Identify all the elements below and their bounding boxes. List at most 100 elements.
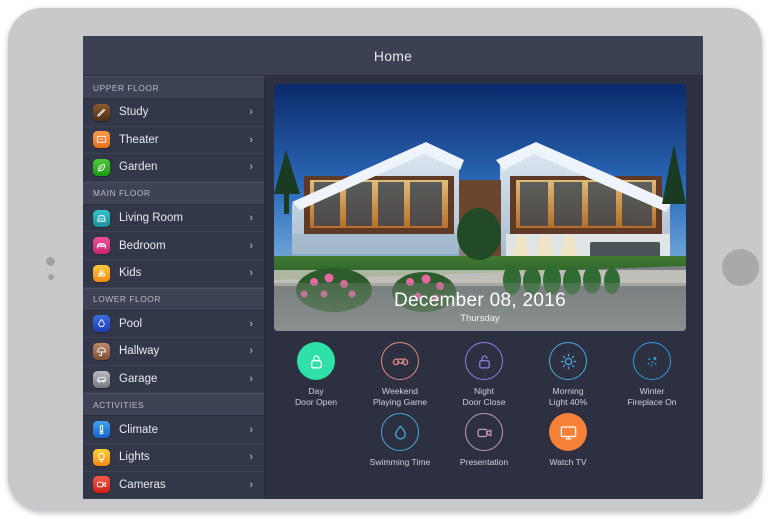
sidebar-item-label: Living Room (119, 212, 183, 225)
scene-subtitle: Watch TV (549, 457, 587, 467)
scene-title: Night (473, 386, 495, 396)
house-hero-image: December 08, 2016 Thursday (274, 84, 686, 331)
chevron-right-icon: › (249, 373, 253, 386)
thermometer-icon (93, 421, 110, 439)
current-weekday: Thursday (460, 312, 500, 324)
sidebar-item-label: Lights (119, 451, 150, 464)
leaf-icon (93, 158, 110, 176)
sidebar-item-label: Cameras (119, 478, 166, 491)
scene-title: Weekend (381, 386, 419, 396)
scene-caption: Presentation (460, 457, 508, 468)
drop-icon (93, 315, 110, 333)
scene-subtitle: Fireplace On (627, 397, 677, 407)
page-title: Home (373, 47, 413, 64)
scene-caption: Winter Fireplace On (627, 386, 676, 408)
sidebar-item-hallway[interactable]: Hallway › (83, 338, 264, 366)
scene-button-fireplace-on[interactable]: Winter Fireplace On (610, 342, 694, 408)
scene-title: Morning (552, 386, 584, 396)
scene-button-playing-game[interactable]: Weekend Playing Game (358, 342, 442, 408)
sidebar-item-label: Kids (119, 267, 142, 280)
monitor-icon (549, 413, 587, 451)
chevron-right-icon: › (249, 345, 253, 358)
lock-closed-icon (297, 342, 335, 380)
scene-subtitle: Swimming Time (369, 457, 431, 467)
sun-icon (549, 342, 587, 380)
app-body: UPPER FLOOR Study › Theater › Garden › MAIN FLO… (83, 76, 703, 499)
scene-button-door-open[interactable]: Day Door Open (274, 342, 358, 408)
chevron-right-icon: › (249, 317, 253, 330)
scene-caption: Weekend Playing Game (373, 386, 427, 408)
sidebar-section-header: ACTIVITIES (83, 393, 264, 417)
sidebar-item-garden[interactable]: Garden › (83, 154, 264, 182)
sidebar-item-living-room[interactable]: Living Room › (83, 205, 264, 233)
bulb-icon (93, 448, 110, 466)
sidebar-item-label: Hallway (119, 345, 160, 358)
scene-subtitle: Light 40% (548, 397, 588, 407)
sidebar-item-cameras[interactable]: Cameras › (83, 472, 264, 499)
scene-button-light-40-[interactable]: Morning Light 40% (526, 342, 610, 408)
sidebar-item-label: Pool (119, 317, 143, 330)
chevron-right-icon: › (249, 161, 253, 174)
sidebar-item-lights[interactable]: Lights › (83, 444, 264, 472)
car-icon (93, 370, 110, 388)
scene-caption: Day Door Open (295, 386, 337, 408)
sidebar-item-label: Garage (119, 373, 158, 386)
scene-caption: Night Door Close (463, 386, 506, 408)
chevron-right-icon: › (249, 423, 253, 436)
sidebar-item-study[interactable]: Study › (83, 99, 264, 127)
scene-button-presentation[interactable]: Presentation (442, 413, 526, 468)
sidebar-nav[interactable]: UPPER FLOOR Study › Theater › Garden › MAIN FLO… (83, 76, 265, 499)
scene-caption: Morning Light 40% (549, 386, 587, 408)
pen-icon (93, 103, 110, 121)
sidebar-item-garage[interactable]: Garage › (83, 366, 264, 394)
ambient-sensor-icon (48, 274, 54, 280)
camcorder-icon (93, 476, 110, 494)
date-overlay: December 08, 2016 Thursday (274, 283, 686, 331)
scene-button-watch-tv[interactable]: Watch TV (526, 413, 610, 468)
current-date: December 08, 2016 (394, 289, 566, 311)
sidebar-item-label: Bedroom (119, 239, 166, 252)
chevron-right-icon: › (249, 451, 253, 464)
sidebar-section-header: UPPER FLOOR (83, 76, 264, 99)
sidebar-item-label: Garden (119, 161, 158, 174)
gamepad-icon (381, 342, 419, 380)
sidebar-item-bedroom[interactable]: Bedroom › (83, 232, 264, 260)
bed-icon (93, 237, 110, 255)
tablet-device-frame: Home UPPER FLOOR Study › Theater › Garden › MAI… (8, 8, 762, 511)
scene-button-door-close[interactable]: Night Door Close (442, 342, 526, 408)
scene-title: Winter (639, 386, 665, 396)
scene-row-primary: Day Door Open Weekend Playing Game Night Door… (274, 342, 694, 413)
sidebar-item-pool[interactable]: Pool › (83, 311, 264, 339)
sidebar-section-header: MAIN FLOOR (83, 181, 264, 205)
scene-subtitle: Playing Game (373, 397, 427, 407)
scene-title: Day (308, 386, 324, 396)
scene-button-swimming-time[interactable]: Swimming Time (358, 413, 442, 468)
app-titlebar: Home (83, 36, 703, 76)
chevron-right-icon: › (249, 212, 253, 225)
main-content: December 08, 2016 Thursday Day Door Open W… (265, 76, 703, 499)
scene-caption: Watch TV (549, 457, 586, 468)
sidebar-section-header: LOWER FLOOR (83, 287, 264, 311)
sidebar-item-climate[interactable]: Climate › (83, 416, 264, 444)
scenes-panel: Day Door Open Weekend Playing Game Night Door… (274, 331, 694, 473)
sidebar-item-kids[interactable]: Kids › (83, 260, 264, 288)
scene-row-secondary: Swimming Time Presentation Watch TV (274, 413, 694, 473)
home-button[interactable] (722, 249, 759, 286)
screen-icon (93, 131, 110, 149)
chevron-right-icon: › (249, 478, 253, 491)
scene-subtitle: Door Close (462, 397, 506, 407)
snowflake-icon (633, 342, 671, 380)
sidebar-item-label: Climate (119, 423, 158, 436)
sidebar-item-label: Study (119, 106, 149, 119)
chevron-right-icon: › (249, 239, 253, 252)
sidebar-item-theater[interactable]: Theater › (83, 127, 264, 155)
sidebar-item-label: Theater (119, 133, 159, 146)
screenshot-root: Home UPPER FLOOR Study › Theater › Garden › MAI… (0, 0, 770, 519)
chevron-right-icon: › (249, 133, 253, 146)
scene-caption: Swimming Time (370, 457, 431, 468)
scene-subtitle: Presentation (459, 457, 509, 467)
lock-open-icon (465, 342, 503, 380)
drop-icon (381, 413, 419, 451)
front-camera-icon (46, 257, 55, 266)
camcorder-icon (465, 413, 503, 451)
